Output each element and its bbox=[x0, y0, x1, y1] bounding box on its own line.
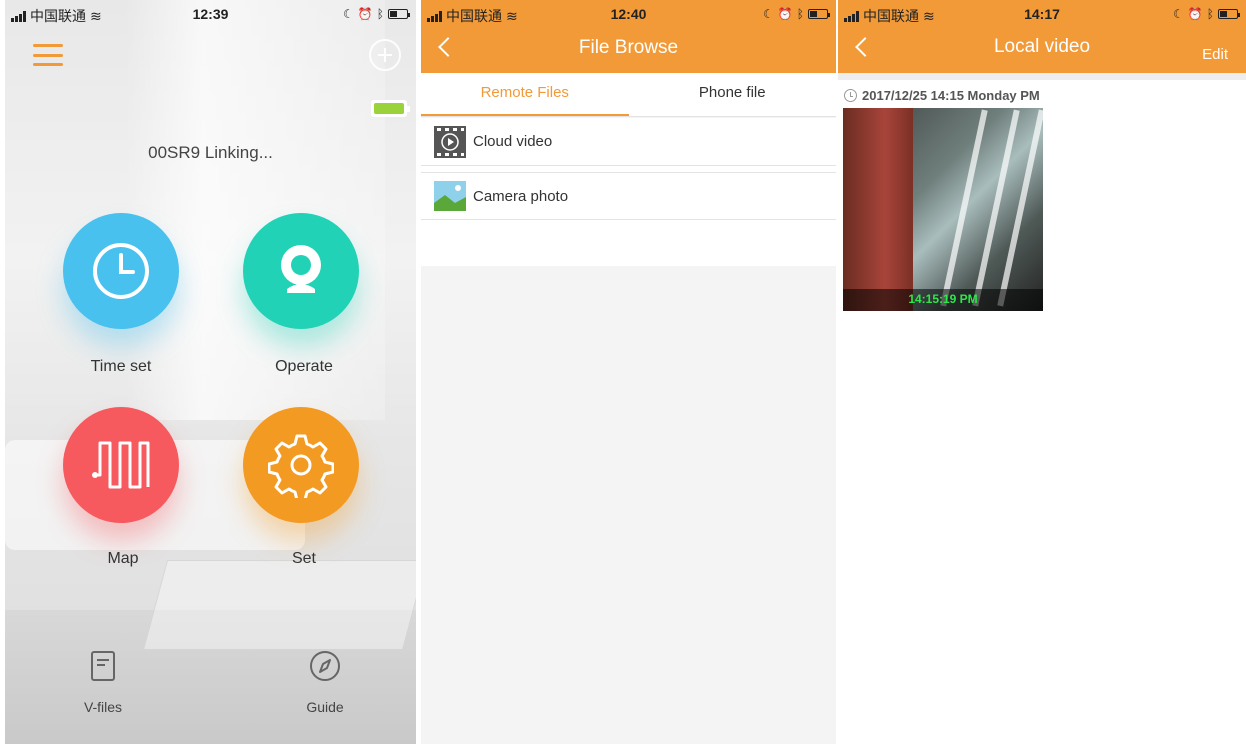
operate-label: Operate bbox=[275, 358, 333, 375]
carrier-name: 中国联通 bbox=[863, 8, 919, 24]
alarm-icon: ⏰ bbox=[357, 7, 373, 21]
status-bar: 中国联通 ≋ 12:40 ☾ ⏰ ᛒ bbox=[421, 0, 836, 28]
phone-battery-icon bbox=[808, 9, 830, 19]
add-device-button[interactable] bbox=[369, 39, 401, 71]
thumbnail-pillar bbox=[843, 108, 913, 311]
guide-label: Guide bbox=[306, 699, 344, 715]
status-time: 14:17 bbox=[1024, 6, 1060, 22]
bluetooth-icon: ᛒ bbox=[796, 7, 804, 21]
status-bar: 中国联通 ≋ 14:17 ☾ ⏰ ᛒ bbox=[838, 0, 1246, 28]
alarm-icon: ⏰ bbox=[1187, 7, 1203, 21]
carrier-signal: 中国联通 ≋ bbox=[844, 6, 935, 26]
camera-photo-label: Camera photo bbox=[473, 187, 569, 205]
status-bar: 中国联通 ≋ 12:39 ☾ ⏰ ᛒ bbox=[5, 0, 416, 28]
thumbnail-light bbox=[997, 109, 1043, 307]
status-time: 12:40 bbox=[610, 6, 647, 22]
carrier-name: 中国联通 bbox=[30, 8, 86, 24]
wifi-icon: ≋ bbox=[506, 7, 518, 24]
track-route-icon bbox=[92, 441, 150, 489]
signal-icon bbox=[844, 10, 859, 22]
map-label: Map bbox=[107, 550, 139, 567]
signal-icon bbox=[11, 10, 26, 22]
local-video-screen: 中国联通 ≋ 14:17 ☾ ⏰ ᛒ Local video Edit 2017… bbox=[838, 0, 1246, 744]
header-divider bbox=[838, 73, 1246, 80]
status-right: ☾ ⏰ ᛒ bbox=[763, 7, 830, 21]
carrier-name: 中国联通 bbox=[446, 8, 502, 24]
device-battery-fill bbox=[374, 103, 404, 114]
phone-battery-icon bbox=[1218, 9, 1240, 19]
list-item-camera-photo[interactable]: Camera photo bbox=[421, 172, 836, 220]
video-film-icon bbox=[434, 125, 466, 158]
file-tabs: Remote Files Phone file bbox=[421, 73, 836, 117]
vfiles-tab[interactable]: V-files bbox=[63, 650, 143, 715]
carrier-signal: 中国联通 ≋ bbox=[427, 6, 518, 26]
menu-button[interactable] bbox=[33, 44, 63, 66]
list-item-cloud-video[interactable]: Cloud video bbox=[421, 118, 836, 166]
map-button[interactable] bbox=[63, 407, 179, 523]
operate-button[interactable] bbox=[243, 213, 359, 329]
header-bar: 中国联通 ≋ 14:17 ☾ ⏰ ᛒ Local video Edit bbox=[838, 0, 1246, 73]
gear-icon bbox=[268, 434, 334, 498]
background-window bbox=[125, 0, 385, 420]
moon-icon: ☾ bbox=[763, 7, 774, 21]
clock-icon bbox=[93, 243, 149, 299]
cloud-video-label: Cloud video bbox=[473, 133, 553, 150]
background-table bbox=[142, 560, 416, 650]
bluetooth-icon: ᛒ bbox=[376, 7, 384, 21]
status-time: 12:39 bbox=[192, 6, 229, 22]
file-icon bbox=[91, 651, 115, 681]
alarm-icon: ⏰ bbox=[777, 7, 793, 21]
video-group-date: 2017/12/25 14:15 Monday PM bbox=[844, 88, 1040, 103]
webcam-icon bbox=[281, 245, 321, 293]
tab-phone-file[interactable]: Phone file bbox=[629, 73, 837, 117]
clock-icon bbox=[844, 89, 857, 102]
header-bar: 中国联通 ≋ 12:40 ☾ ⏰ ᛒ File Browse bbox=[421, 0, 836, 73]
status-right: ☾ ⏰ ᛒ bbox=[1173, 7, 1240, 21]
guide-tab[interactable]: Guide bbox=[285, 650, 365, 715]
tab-remote-files[interactable]: Remote Files bbox=[421, 73, 629, 117]
date-label: 2017/12/25 14:15 Monday PM bbox=[862, 88, 1040, 103]
home-screen: 中国联通 ≋ 12:39 ☾ ⏰ ᛒ 00SR9 Linking... Time… bbox=[5, 0, 416, 744]
video-thumbnail[interactable]: 14:15:19 PM bbox=[843, 108, 1043, 311]
settings-label: Set bbox=[291, 550, 316, 567]
device-battery-icon bbox=[371, 100, 410, 117]
edit-button[interactable]: Edit bbox=[1202, 46, 1228, 63]
thumbnail-timestamp: 14:15:19 PM bbox=[908, 292, 978, 306]
file-browse-screen: 中国联通 ≋ 12:40 ☾ ⏰ ᛒ File Browse Remote Fi… bbox=[421, 0, 836, 744]
status-right: ☾ ⏰ ᛒ bbox=[343, 7, 410, 21]
file-category-list: Cloud video Camera photo bbox=[421, 118, 836, 266]
bluetooth-icon: ᛒ bbox=[1206, 7, 1214, 21]
carrier-signal: 中国联通 ≋ bbox=[11, 6, 102, 26]
signal-icon bbox=[427, 10, 442, 22]
wifi-icon: ≋ bbox=[90, 7, 102, 24]
time-set-label: Time set bbox=[90, 358, 152, 375]
device-connection-status: 00SR9 Linking... bbox=[148, 143, 273, 162]
moon-icon: ☾ bbox=[1173, 7, 1184, 21]
photo-icon bbox=[434, 181, 466, 211]
moon-icon: ☾ bbox=[343, 7, 354, 21]
phone-battery-icon bbox=[388, 9, 410, 19]
page-title: File Browse bbox=[578, 37, 679, 58]
wifi-icon: ≋ bbox=[923, 7, 935, 24]
page-title: Local video bbox=[993, 36, 1091, 57]
compass-icon bbox=[310, 651, 340, 681]
vfiles-label: V-files bbox=[83, 699, 123, 715]
time-set-button[interactable] bbox=[63, 213, 179, 329]
settings-button[interactable] bbox=[243, 407, 359, 523]
